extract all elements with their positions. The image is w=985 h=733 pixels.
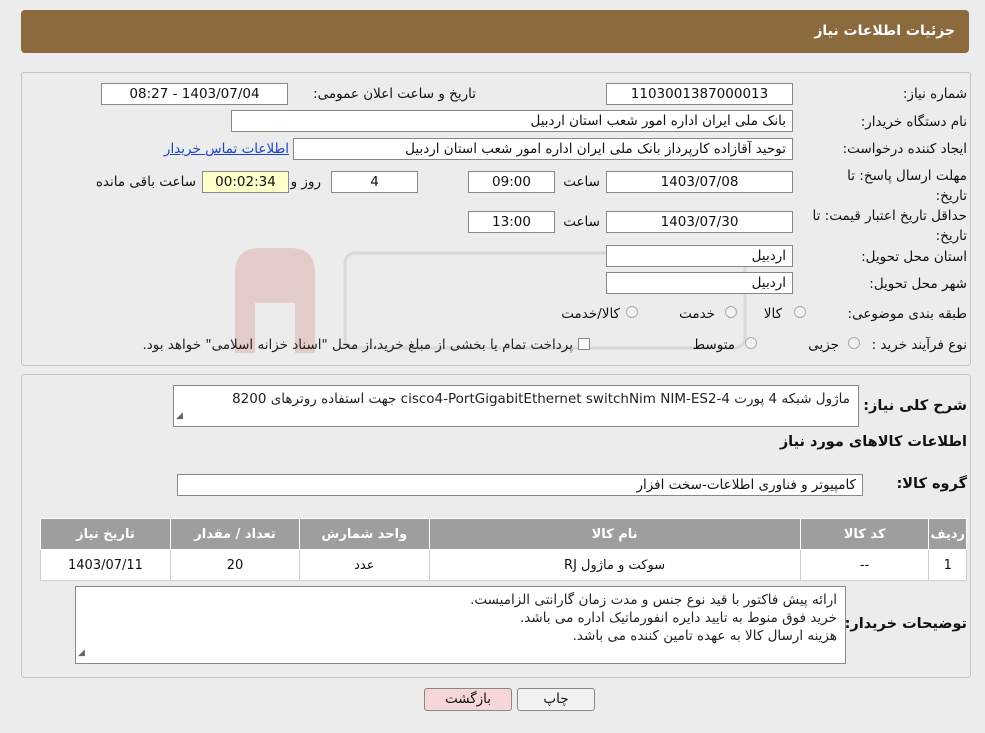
days-field: 4 <box>331 171 418 193</box>
col-row: ردیف <box>928 518 967 550</box>
need-summary-field: ماژول شبکه 4 پورت cisco4-PortGigabitEthe… <box>173 385 859 427</box>
col-unit: واحد شمارش <box>299 518 430 550</box>
delivery-province-label: استان محل تحویل: <box>861 249 967 265</box>
treasury-checkbox[interactable] <box>578 338 590 350</box>
validity-date-field: 1403/07/30 <box>606 211 793 233</box>
cell-date: 1403/07/11 <box>40 549 171 581</box>
category-service-label: خدمت <box>679 306 715 322</box>
delivery-city-label: شهر محل تحویل: <box>869 276 967 292</box>
table-row: 1 -- سوکت و ماژول RJ عدد 20 1403/07/11 <box>40 549 967 581</box>
col-date: تاریخ نیاز <box>40 518 171 550</box>
process-minor-label: جزیی <box>808 337 839 353</box>
remaining-time-label: ساعت باقی مانده <box>95 174 196 190</box>
category-goods-service-radio[interactable] <box>626 306 638 318</box>
page-title: جزئیات اطلاعات نیاز <box>814 23 955 39</box>
price-validity-label: حداقل تاریخ اعتبار قیمت: تا تاریخ: <box>812 208 967 244</box>
buyer-notes-label: توضیحات خریدار: <box>844 616 967 632</box>
reply-date-field: 1403/07/08 <box>606 171 793 193</box>
reply-time-field: 09:00 <box>468 171 555 193</box>
buyer-note-line: ارائه پیش فاکتور با قید نوع جنس و مدت زم… <box>470 592 837 608</box>
category-goods-service-label: کالا/خدمت <box>561 306 620 322</box>
creator-label: ایجاد کننده درخواست: <box>842 141 967 157</box>
announce-date-label: تاریخ و ساعت اعلان عمومی: <box>313 86 476 102</box>
goods-group-label: گروه کالا: <box>896 476 967 492</box>
buyer-org-label: نام دستگاه خریدار: <box>860 114 967 130</box>
category-service-radio[interactable] <box>725 306 737 318</box>
buyer-note-line: هزینه ارسال کالا به عهده تامین کننده می … <box>572 628 837 644</box>
need-summary-text: ماژول شبکه 4 پورت cisco4-PortGigabitEthe… <box>232 391 850 407</box>
announce-date-field: 1403/07/04 - 08:27 <box>101 83 288 105</box>
print-button[interactable]: چاپ <box>517 688 595 711</box>
buyer-org-field: بانک ملی ایران اداره امور شعب استان اردب… <box>231 110 793 132</box>
cell-quantity: 20 <box>169 549 301 581</box>
goods-group-field: کامپیوتر و فناوری اطلاعات-سخت افزار <box>177 474 863 496</box>
need-number-label: شماره نیاز: <box>902 86 967 102</box>
need-summary-label: شرح کلی نیاز: <box>863 398 967 414</box>
cell-unit: عدد <box>299 549 430 581</box>
process-medium-radio[interactable] <box>745 337 757 349</box>
cell-row: 1 <box>928 549 967 581</box>
validity-time-label: ساعت <box>563 214 600 230</box>
delivery-province-field: اردبیل <box>606 245 793 267</box>
remaining-time-field: 00:02:34 <box>202 171 289 193</box>
reply-deadline-label: مهلت ارسال پاسخ: تا تاریخ: <box>847 168 967 204</box>
buyer-notes-field: ارائه پیش فاکتور با قید نوع جنس و مدت زم… <box>75 586 846 664</box>
creator-field: توحید آقازاده کارپرداز بانک ملی ایران اد… <box>293 138 793 160</box>
delivery-city-field: اردبیل <box>606 272 793 294</box>
resize-grip-icon[interactable]: ◢ <box>176 407 183 425</box>
reply-time-label: ساعت <box>563 174 600 190</box>
process-medium-label: متوسط <box>692 337 735 353</box>
table-header-row: ردیف کد کالا نام کالا واحد شمارش تعداد /… <box>40 518 967 550</box>
need-number-field: 1103001387000013 <box>606 83 793 105</box>
resize-grip-icon[interactable]: ◢ <box>78 644 85 662</box>
page-header: جزئیات اطلاعات نیاز <box>21 10 969 53</box>
buyer-note-line: خرید فوق منوط به تایید دایره انفورماتیک … <box>520 610 837 626</box>
category-goods-label: کالا <box>763 306 782 322</box>
col-name: نام کالا <box>428 518 801 550</box>
col-code: کد کالا <box>799 518 930 550</box>
cell-code: -- <box>799 549 930 581</box>
back-button[interactable]: بازگشت <box>424 688 512 711</box>
process-type-label: نوع فرآیند خرید : <box>871 337 967 353</box>
goods-table: ردیف کد کالا نام کالا واحد شمارش تعداد /… <box>40 518 967 581</box>
goods-info-title: اطلاعات کالاهای مورد نیاز <box>779 434 967 450</box>
cell-name: سوکت و ماژول RJ <box>428 549 801 581</box>
buyer-contact-link[interactable]: اطلاعات تماس خریدار <box>164 141 289 157</box>
col-quantity: تعداد / مقدار <box>169 518 301 550</box>
treasury-note: پرداخت تمام یا بخشی از مبلغ خرید،از محل … <box>142 337 573 353</box>
days-label: روز و <box>290 174 321 190</box>
validity-time-field: 13:00 <box>468 211 555 233</box>
process-minor-radio[interactable] <box>848 337 860 349</box>
category-label: طبقه بندی موضوعی: <box>847 306 967 322</box>
category-goods-radio[interactable] <box>794 306 806 318</box>
